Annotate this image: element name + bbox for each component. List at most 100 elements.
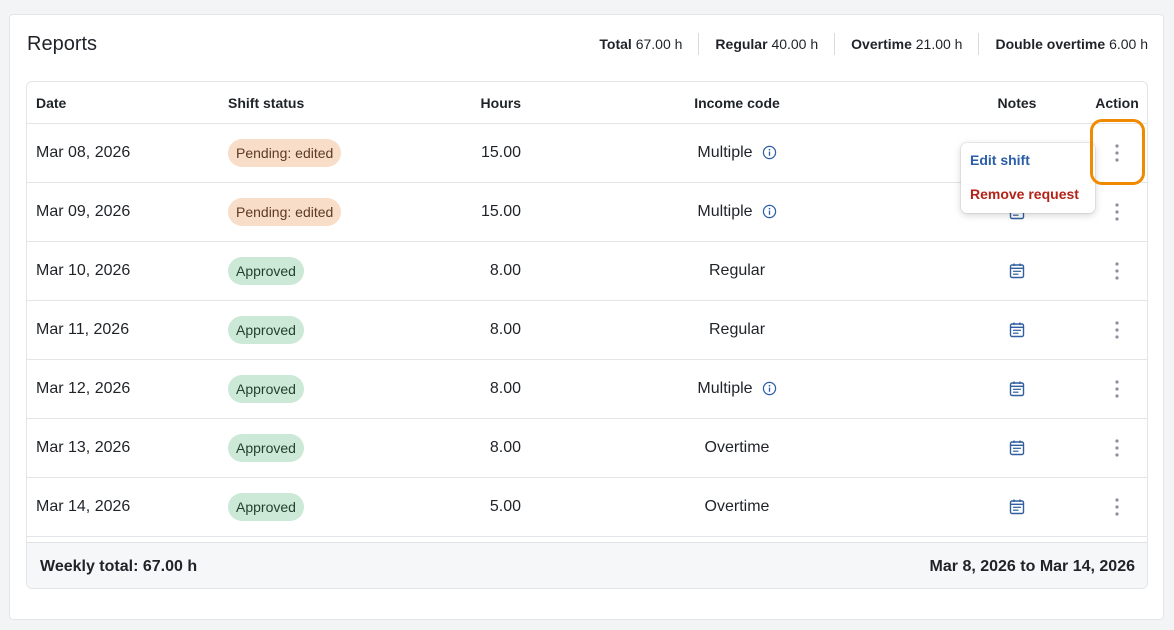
row-income: Overtime: [637, 477, 837, 536]
table-row: Mar 14, 2026 Approved 5.00 Overtime: [27, 477, 1147, 537]
table-row: Mar 10, 2026 Approved 8.00 Regular: [27, 241, 1147, 301]
row-date: Mar 13, 2026: [36, 438, 131, 456]
info-icon[interactable]: [762, 381, 777, 396]
row-income: Regular: [637, 300, 837, 359]
row-action: [1087, 182, 1147, 241]
row-hours: 5.00: [489, 497, 521, 515]
summary-overtime-label: Overtime: [851, 36, 912, 52]
edit-shift-menu-item[interactable]: Edit shift: [970, 152, 1030, 168]
calendar-note-icon[interactable]: [1008, 262, 1026, 280]
row-status: Pending: edited: [228, 123, 342, 182]
row-income: Multiple: [637, 123, 837, 182]
row-notes: [967, 418, 1067, 477]
table-row: Mar 13, 2026 Approved 8.00 Overtime: [27, 418, 1147, 478]
column-header-status: Shift status: [228, 94, 305, 111]
row-action-menu: Edit shift Remove request: [961, 143, 1095, 213]
table-row: Mar 11, 2026 Approved 8.00 Regular: [27, 300, 1147, 360]
summary-regular-value: 40.00 h: [771, 36, 819, 52]
hours-summary: Total 67.00 h Regular 40.00 h Overtime 2…: [583, 33, 1148, 55]
row-date: Mar 10, 2026: [36, 261, 131, 279]
status-badge: Approved: [228, 433, 304, 462]
income-code: Overtime: [704, 438, 770, 456]
row-status: Approved: [228, 241, 304, 300]
summary-double-overtime: Double overtime 6.00 h: [978, 33, 1148, 55]
summary-total-label: Total: [599, 36, 632, 52]
income-code: Multiple: [697, 143, 753, 161]
row-hours: 8.00: [489, 320, 521, 338]
remove-request-menu-item[interactable]: Remove request: [970, 186, 1079, 202]
calendar-note-icon[interactable]: [1008, 498, 1026, 516]
row-action: [1087, 418, 1147, 477]
column-header-notes: Notes: [997, 94, 1037, 111]
row-status: Approved: [228, 418, 304, 477]
summary-total-value: 67.00 h: [635, 36, 683, 52]
column-header-date: Date: [36, 94, 67, 111]
status-badge: Approved: [228, 374, 304, 403]
more-options-icon[interactable]: [1105, 318, 1129, 342]
status-badge: Approved: [228, 256, 304, 285]
column-header-action: Action: [1095, 94, 1139, 111]
summary-overtime: Overtime 21.00 h: [834, 33, 978, 55]
action-highlight-ring: [1090, 119, 1145, 185]
row-income: Multiple: [637, 182, 837, 241]
row-date: Mar 08, 2026: [36, 143, 131, 161]
table-header: Date Shift status Hours Income code Note…: [27, 82, 1147, 124]
calendar-note-icon[interactable]: [1008, 439, 1026, 457]
summary-double-overtime-label: Double overtime: [995, 36, 1106, 52]
row-status: Approved: [228, 300, 304, 359]
income-code: Multiple: [697, 202, 753, 220]
reports-card: Reports Total 67.00 h Regular 40.00 h Ov…: [9, 14, 1164, 620]
row-income: Multiple: [637, 359, 837, 418]
row-date: Mar 14, 2026: [36, 497, 131, 515]
summary-regular: Regular 40.00 h: [698, 33, 834, 55]
row-action: [1087, 300, 1147, 359]
row-status: Approved: [228, 477, 304, 536]
more-options-icon[interactable]: [1105, 259, 1129, 283]
weekly-total: Weekly total: 67.00 h: [40, 557, 198, 575]
table-row: Mar 12, 2026 Approved 8.00 Multiple: [27, 359, 1147, 419]
more-options-icon[interactable]: [1105, 200, 1129, 224]
status-badge: Pending: edited: [228, 138, 342, 167]
row-hours: 8.00: [489, 261, 521, 279]
info-icon[interactable]: [762, 145, 777, 160]
row-hours: 8.00: [489, 438, 521, 456]
status-badge: Approved: [228, 315, 304, 344]
column-header-hours: Hours: [480, 94, 521, 111]
calendar-note-icon[interactable]: [1008, 321, 1026, 339]
table-footer: Weekly total: 67.00 h Mar 8, 2026 to Mar…: [27, 542, 1147, 588]
row-date: Mar 09, 2026: [36, 202, 131, 220]
row-hours: 8.00: [489, 379, 521, 397]
status-badge: Approved: [228, 492, 304, 521]
summary-double-overtime-value: 6.00 h: [1109, 36, 1148, 52]
row-hours: 15.00: [480, 143, 521, 161]
income-code: Regular: [708, 320, 766, 338]
more-options-icon[interactable]: [1105, 377, 1129, 401]
summary-overtime-value: 21.00 h: [915, 36, 963, 52]
column-header-income: Income code: [694, 94, 780, 111]
info-icon[interactable]: [762, 204, 777, 219]
row-action: [1087, 241, 1147, 300]
income-code: Multiple: [697, 379, 753, 397]
date-range: Mar 8, 2026 to Mar 14, 2026: [929, 557, 1135, 575]
summary-total: Total 67.00 h: [583, 33, 698, 55]
row-status: Approved: [228, 359, 304, 418]
more-options-icon[interactable]: [1105, 436, 1129, 460]
row-income: Regular: [637, 241, 837, 300]
row-action: [1087, 359, 1147, 418]
row-notes: [967, 477, 1067, 536]
row-date: Mar 11, 2026: [36, 320, 130, 338]
summary-regular-label: Regular: [715, 36, 768, 52]
status-badge: Pending: edited: [228, 197, 342, 226]
row-hours: 15.00: [480, 202, 521, 220]
page-title: Reports: [27, 33, 98, 55]
row-income: Overtime: [637, 418, 837, 477]
income-code: Regular: [708, 261, 766, 279]
income-code: Overtime: [704, 497, 770, 515]
row-notes: [967, 359, 1067, 418]
row-notes: [967, 300, 1067, 359]
calendar-note-icon[interactable]: [1008, 380, 1026, 398]
row-notes: [967, 241, 1067, 300]
more-options-icon[interactable]: [1105, 495, 1129, 519]
row-action: [1087, 477, 1147, 536]
row-date: Mar 12, 2026: [36, 379, 131, 397]
